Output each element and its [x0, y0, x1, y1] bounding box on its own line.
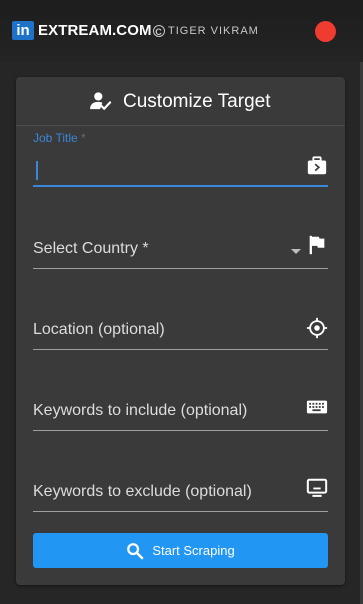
country-select[interactable]: Select Country *: [33, 225, 328, 269]
keyboard-icon: [306, 400, 328, 414]
exclude-placeholder: Keywords to exclude (optional): [33, 483, 252, 500]
linkedin-logo: in: [12, 21, 34, 40]
flag-icon: [309, 235, 325, 255]
location-underline: [33, 349, 328, 350]
job-title-underline: [33, 185, 328, 187]
include-keywords-input[interactable]: Keywords to include (optional): [33, 387, 328, 431]
include-placeholder: Keywords to include (optional): [33, 402, 248, 419]
copyright-icon: C: [153, 25, 165, 37]
country-placeholder: Select Country *: [33, 240, 149, 257]
include-underline: [33, 430, 328, 431]
required-mark: *: [77, 131, 86, 145]
job-title-label-text: Job Title: [33, 131, 78, 145]
exclude-keywords-input[interactable]: Keywords to exclude (optional): [33, 468, 328, 512]
close-button[interactable]: [315, 21, 336, 42]
app-header: in EXTREAM.COM C TIGER VIKRAM: [0, 0, 363, 62]
country-underline: [33, 268, 328, 269]
search-icon: [127, 542, 144, 559]
monitor-icon: [306, 478, 328, 497]
exclude-underline: [33, 511, 328, 512]
location-input[interactable]: Location (optional): [33, 306, 328, 350]
start-scraping-button[interactable]: Start Scraping: [33, 533, 328, 568]
panel-title: Customize Target: [123, 91, 271, 112]
job-title-label: Job Title *: [33, 131, 86, 145]
chevron-down-icon: [291, 249, 301, 254]
brand-name: EXTREAM.COM: [38, 22, 152, 39]
panel-header: Customize Target: [16, 77, 345, 126]
sub-brand-text: TIGER VIKRAM: [168, 25, 259, 37]
gps-icon: [306, 317, 328, 339]
target-panel: Customize Target Job Title * Select Coun…: [16, 77, 345, 585]
text-caret: [36, 161, 38, 180]
sub-brand: C TIGER VIKRAM: [153, 24, 259, 38]
work-icon: [307, 156, 327, 175]
location-placeholder: Location (optional): [33, 321, 165, 338]
start-scraping-label: Start Scraping: [152, 543, 235, 558]
job-title-field[interactable]: Job Title *: [33, 131, 328, 187]
person-check-icon: [90, 92, 112, 111]
